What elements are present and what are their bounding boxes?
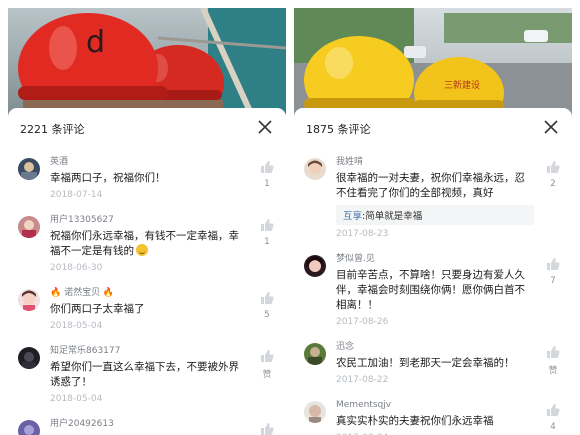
comment-item: 用户13305627 祝福你们永远幸福，有钱不一定幸福，幸福不一定是有钱的 20… [8,208,286,281]
comment-date: 2018-07-14 [50,190,103,200]
comment-date: 2017-08-22 [336,375,389,385]
like-count: 赞 [262,370,272,380]
like-button[interactable]: 1 [256,160,278,189]
comment-username[interactable]: 梦似曾.见 [336,253,534,266]
like-count: 5 [264,310,270,320]
comment-count: 2221 条评论 [20,123,85,136]
reply-preview[interactable]: 互享:简单就是幸福 [336,205,534,225]
comment-item: 🔥 诺然宝贝 🔥 你们两口子太幸福了 2018-05-04 5 [8,281,286,339]
comment-username[interactable]: 用户20492613 [50,418,248,431]
comment-username[interactable]: 我姓啃 [336,156,534,169]
reply-username[interactable]: 互享 [343,211,362,222]
svg-text:三新建设: 三新建设 [444,79,480,91]
comment-item: 迅念 农民工加油！到老那天一定会幸福的！ 2017-08-22 赞 [294,335,572,393]
comment-username[interactable]: 英酒 [50,156,248,169]
comment-username[interactable]: 知足常乐863177 [50,345,248,358]
comment-text: 很幸福的一对夫妻，祝你们幸福永远，忍不住看完了你们的全部视频，真好 [336,172,525,199]
thumbs-up-icon [547,404,560,416]
avatar[interactable] [18,420,40,435]
comment-text: 目前辛苦点，不算啥！只要身边有爱人久伴，幸福会时刻围绕你俩！愿你俩白首不相离！！ [336,269,525,311]
comment-list: 我姓啃 很幸福的一对夫妻，祝你们幸福永远，忍不住看完了你们的全部视频，真好 互享… [294,150,572,435]
like-count: 4 [550,422,556,432]
comment-username[interactable]: Mementsqjv [336,399,534,412]
right-comment-panel: 三新建设 1875 条评论 我姓啃 很幸福的一对夫妻，祝你们幸福永远，忍不住看完… [294,8,572,435]
like-count: 赞 [548,366,558,376]
like-count: 1 [264,237,270,247]
comment-date: 2018-05-04 [50,321,103,331]
comment-item: 英酒 幸福两口子，祝福你们！ 2018-07-14 1 [8,150,286,208]
comment-count: 1875 条评论 [306,123,371,136]
thumbs-up-icon [261,219,274,231]
thumbs-up-icon [547,346,560,358]
left-comment-panel: d 2221 条评论 英酒 幸福两口子，祝福你们！ 2018-07-14 1 用… [8,8,286,435]
like-button[interactable] [256,422,278,435]
sheet-header: 2221 条评论 [8,108,286,150]
comment-date: 2017-08-26 [336,317,389,327]
comment-text: 祝福你们永远幸福，有钱不一定幸福，幸福不一定是有钱的 [50,229,248,259]
thumbs-up-icon [261,292,274,304]
comment-item: Mementsqjv 真实实朴实的夫妻祝你们永远幸福 2017-08-24 4 [294,393,572,435]
like-button[interactable]: 4 [542,403,564,432]
video-background-yellow-helmets: 三新建设 [294,8,572,118]
comment-list: 英酒 幸福两口子，祝福你们！ 2018-07-14 1 用户13305627 祝… [8,150,286,435]
like-button[interactable]: 赞 [542,345,564,376]
comment-item: 我姓啃 很幸福的一对夫妻，祝你们幸福永远，忍不住看完了你们的全部视频，真好 互享… [294,150,572,247]
like-count: 1 [264,179,270,189]
thumbs-up-icon [261,161,274,173]
smile-emoji-icon [136,244,148,256]
like-count: 2 [550,179,556,189]
like-button[interactable]: 7 [542,257,564,286]
avatar[interactable] [18,158,40,180]
comment-item: 梦似曾.见 目前辛苦点，不算啥！只要身边有爱人久伴，幸福会时刻围绕你俩！愿你俩白… [294,247,572,335]
thumbs-up-icon [261,423,274,435]
video-background-red-helmets: d [8,8,286,118]
comment-date: 2017-08-23 [336,229,389,239]
comment-date: 2018-05-04 [50,394,103,404]
thumbs-up-icon [261,350,274,362]
comment-item: 知足常乐863177 希望你们一直这么幸福下去，不要被外界诱惑了！ 2018-0… [8,339,286,412]
close-icon[interactable] [254,116,276,138]
comment-text: 你们两口子太幸福了 [50,303,145,315]
comment-sheet: 1875 条评论 我姓啃 很幸福的一对夫妻，祝你们幸福永远，忍不住看完了你们的全… [294,108,572,435]
reply-text: :简单就是幸福 [362,211,423,222]
like-button[interactable]: 5 [256,291,278,320]
comment-username[interactable]: 迅念 [336,341,534,354]
like-button[interactable]: 1 [256,218,278,247]
avatar[interactable] [304,255,326,277]
avatar[interactable] [304,401,326,423]
svg-text:d: d [86,25,105,60]
comment-text: 农民工加油！到老那天一定会幸福的！ [336,357,515,369]
sheet-header: 1875 条评论 [294,108,572,150]
like-button[interactable]: 赞 [256,349,278,380]
comment-text: 真实实朴实的夫妻祝你们永远幸福 [336,415,494,427]
comment-text: 幸福两口子，祝福你们！ [50,172,166,184]
thumbs-up-icon [547,258,560,270]
avatar[interactable] [304,343,326,365]
like-button[interactable]: 2 [542,160,564,189]
comment-text: 希望你们一直这么幸福下去，不要被外界诱惑了！ [50,361,239,388]
like-count: 7 [550,276,556,286]
comment-username[interactable]: 🔥 诺然宝贝 🔥 [50,287,248,300]
avatar[interactable] [18,216,40,238]
comment-date: 2018-06-30 [50,263,103,273]
comment-sheet: 2221 条评论 英酒 幸福两口子，祝福你们！ 2018-07-14 1 用户1… [8,108,286,435]
avatar[interactable] [18,347,40,369]
avatar[interactable] [304,158,326,180]
thumbs-up-icon [547,161,560,173]
screenshot-collage: d 2221 条评论 英酒 幸福两口子，祝福你们！ 2018-07-14 1 用… [0,0,580,435]
close-icon[interactable] [540,116,562,138]
comment-item: 用户20492613 [8,412,286,435]
avatar[interactable] [18,289,40,311]
comment-username[interactable]: 用户13305627 [50,214,248,227]
